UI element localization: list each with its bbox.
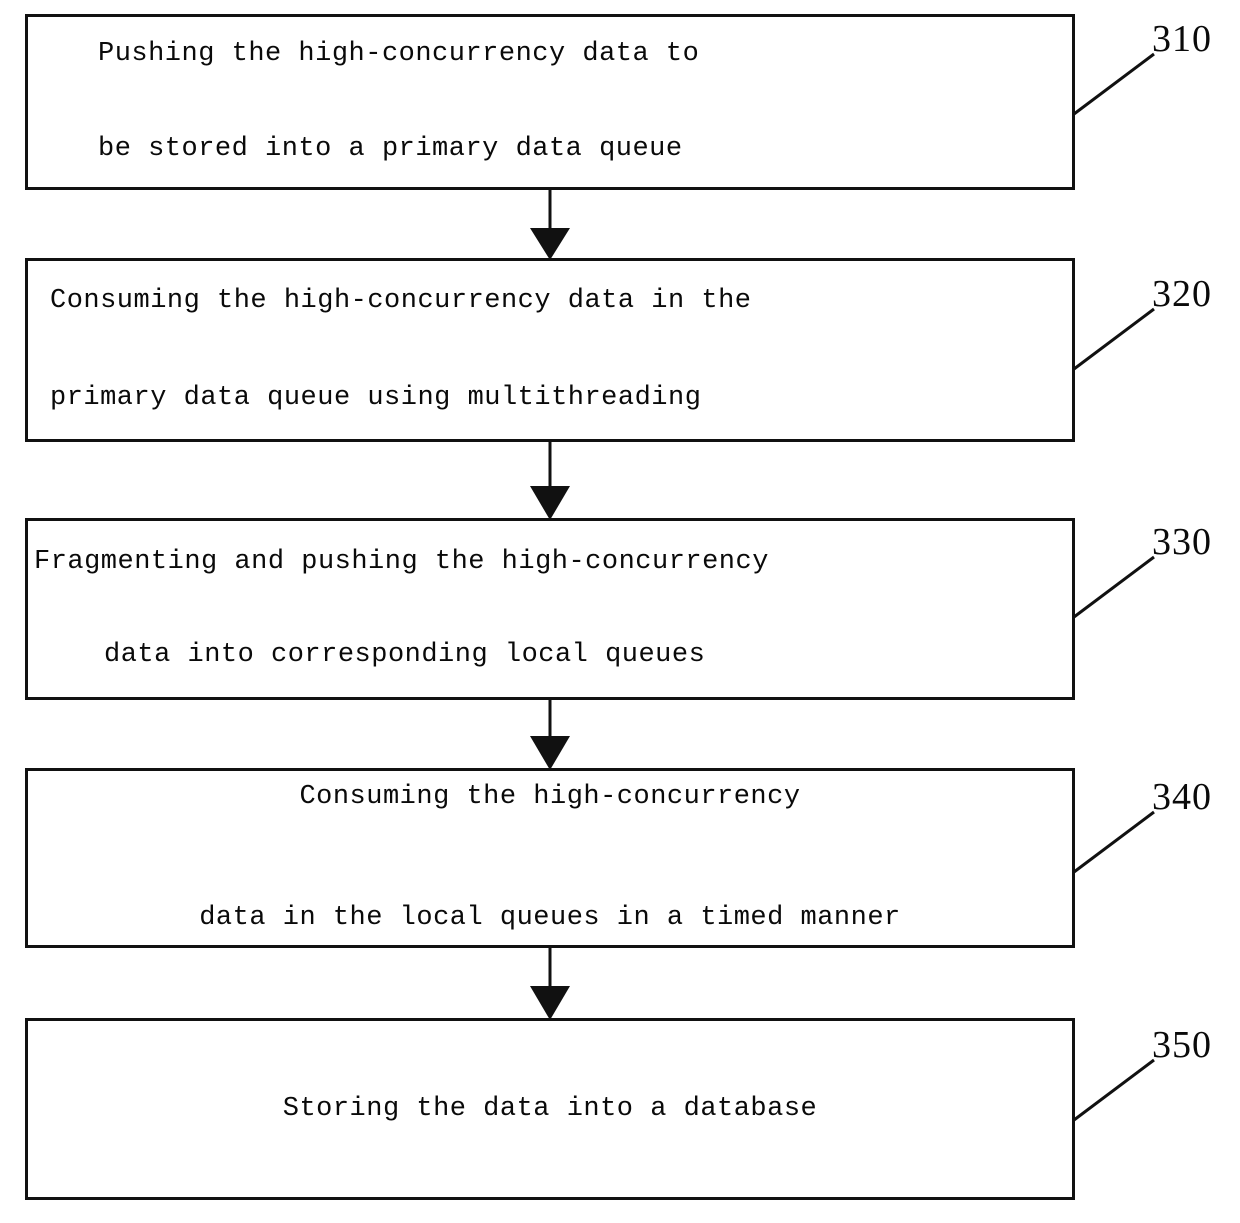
node-320-text: Consuming the high-concurrency data in t… bbox=[28, 234, 1072, 466]
connector-330-to-340 bbox=[514, 698, 586, 770]
flowchart-node-350: Storing the data into a database bbox=[25, 1018, 1075, 1200]
arrowhead-icon bbox=[530, 486, 570, 520]
node-350-line-1: Storing the data into a database bbox=[282, 1093, 818, 1124]
node-310-line-1: Pushing the high-concurrency data to bbox=[98, 39, 700, 69]
node-350-text: Storing the data into a database bbox=[28, 1042, 1072, 1177]
node-320-line-1: Consuming the high-concurrency data in t… bbox=[50, 286, 752, 316]
node-330-line-2: data into corresponding local queues bbox=[104, 640, 706, 670]
reference-number-310: 310 bbox=[1152, 18, 1212, 60]
leader-line-320 bbox=[1070, 303, 1156, 373]
flowchart-canvas: Pushing the high-concurrency data to be … bbox=[0, 0, 1240, 1223]
arrowhead-icon bbox=[530, 736, 570, 770]
arrowhead-icon bbox=[530, 986, 570, 1020]
leader-line-340 bbox=[1070, 806, 1156, 876]
connector-320-to-330 bbox=[514, 440, 586, 520]
reference-number-350: 350 bbox=[1152, 1024, 1212, 1066]
node-310-line-2: be stored into a primary data queue bbox=[98, 134, 683, 164]
node-330-line-1: Fragmenting and pushing the high-concurr… bbox=[34, 547, 769, 577]
node-340-line-2: data in the local queues in a timed mann… bbox=[199, 903, 901, 933]
reference-number-320: 320 bbox=[1152, 273, 1212, 315]
connector-340-to-350 bbox=[514, 946, 586, 1020]
reference-number-340: 340 bbox=[1152, 776, 1212, 818]
reference-number-330: 330 bbox=[1152, 521, 1212, 563]
node-310-text: Pushing the high-concurrency data to be … bbox=[28, 0, 1072, 217]
flowchart-node-340: Consuming the high-concurrency data in t… bbox=[25, 768, 1075, 948]
flowchart-node-310: Pushing the high-concurrency data to be … bbox=[25, 14, 1075, 190]
node-330-text: Fragmenting and pushing the high-concurr… bbox=[28, 495, 1072, 723]
node-340-line-1: Consuming the high-concurrency bbox=[299, 782, 801, 812]
flowchart-node-330: Fragmenting and pushing the high-concurr… bbox=[25, 518, 1075, 700]
leader-line-350 bbox=[1070, 1054, 1156, 1124]
leader-line-330 bbox=[1070, 551, 1156, 621]
leader-line-310 bbox=[1070, 48, 1156, 118]
node-320-line-2: primary data queue using multithreading bbox=[50, 383, 702, 413]
flowchart-node-320: Consuming the high-concurrency data in t… bbox=[25, 258, 1075, 442]
connector-310-to-320 bbox=[514, 188, 586, 260]
arrowhead-icon bbox=[530, 228, 570, 260]
